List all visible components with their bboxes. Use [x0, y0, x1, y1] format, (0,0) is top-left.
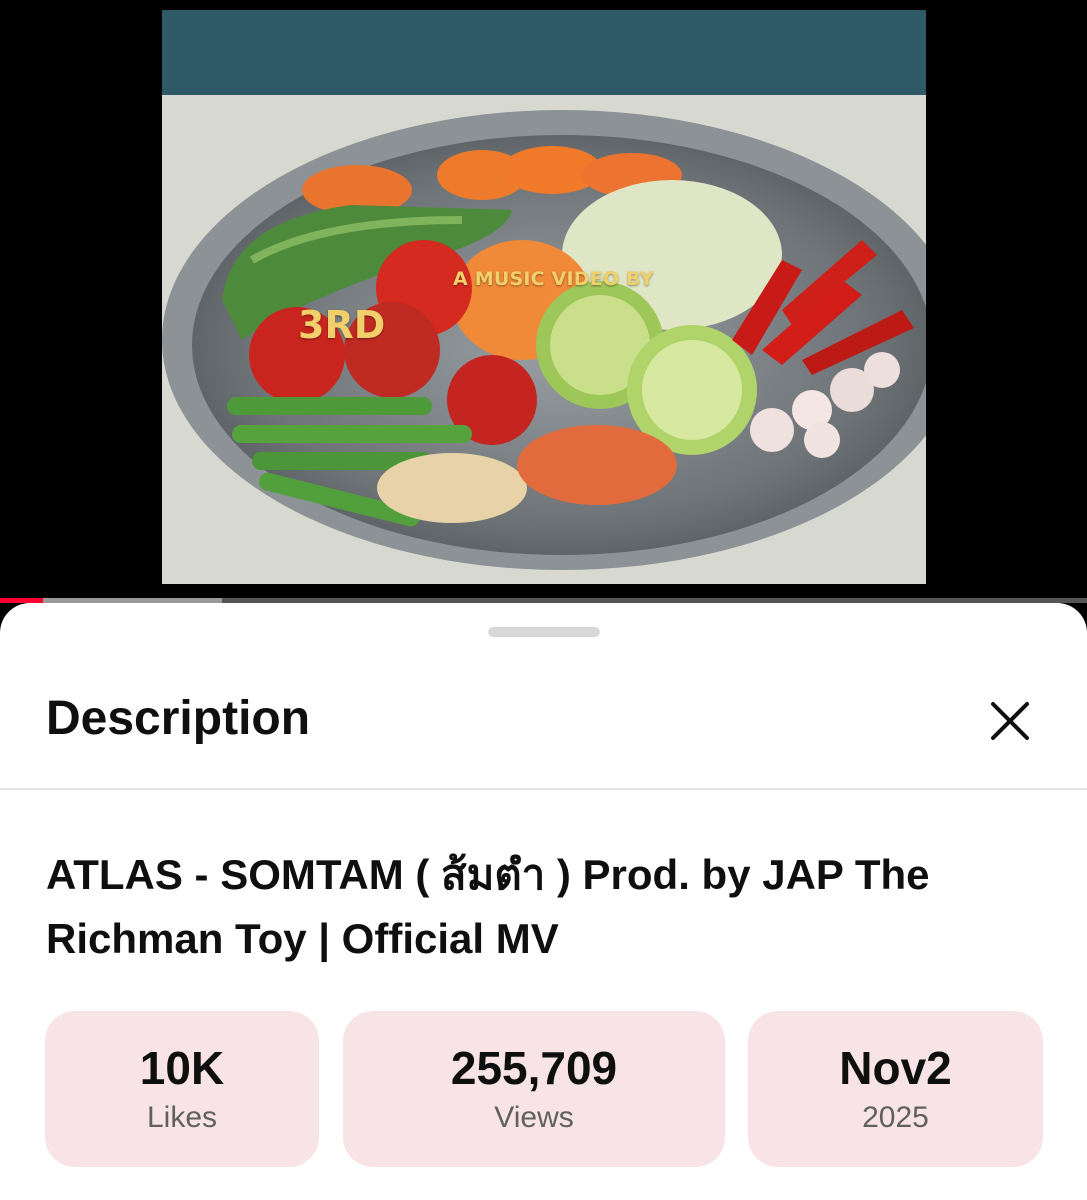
publish-date: Nov2: [839, 1042, 952, 1094]
views-count: 255,709: [450, 1042, 618, 1094]
views-label: Views: [494, 1101, 574, 1134]
likes-stat: 10K Likes: [45, 1011, 319, 1167]
sheet-title: Description: [46, 692, 311, 745]
video-thumbnail-scene: [162, 10, 926, 584]
divider: [0, 788, 1087, 790]
video-overlay-artist: 3RD: [298, 303, 386, 347]
description-sheet: Description ATLAS - SOMTAM ( ส้มตำ ) Pro…: [0, 603, 1087, 1200]
video-player[interactable]: A MUSIC VIDEO BY 3RD: [0, 0, 1087, 598]
close-icon: [991, 702, 1029, 740]
publish-year: 2025: [862, 1101, 929, 1134]
views-stat: 255,709 Views: [343, 1011, 725, 1167]
video-frame[interactable]: A MUSIC VIDEO BY 3RD: [162, 10, 926, 584]
close-button[interactable]: [980, 691, 1040, 751]
likes-label: Likes: [146, 1101, 218, 1134]
likes-count: 10K: [139, 1042, 225, 1094]
video-overlay-caption: A MUSIC VIDEO BY: [453, 268, 654, 290]
stats-row: 10K Likes 255,709 Views Nov2 2025: [0, 1011, 1087, 1167]
date-stat: Nov2 2025: [748, 1011, 1043, 1167]
drag-handle[interactable]: [488, 627, 600, 637]
video-title: ATLAS - SOMTAM ( ส้มตำ ) Prod. by JAP Th…: [46, 851, 930, 962]
sheet-header: Description: [0, 663, 1087, 787]
